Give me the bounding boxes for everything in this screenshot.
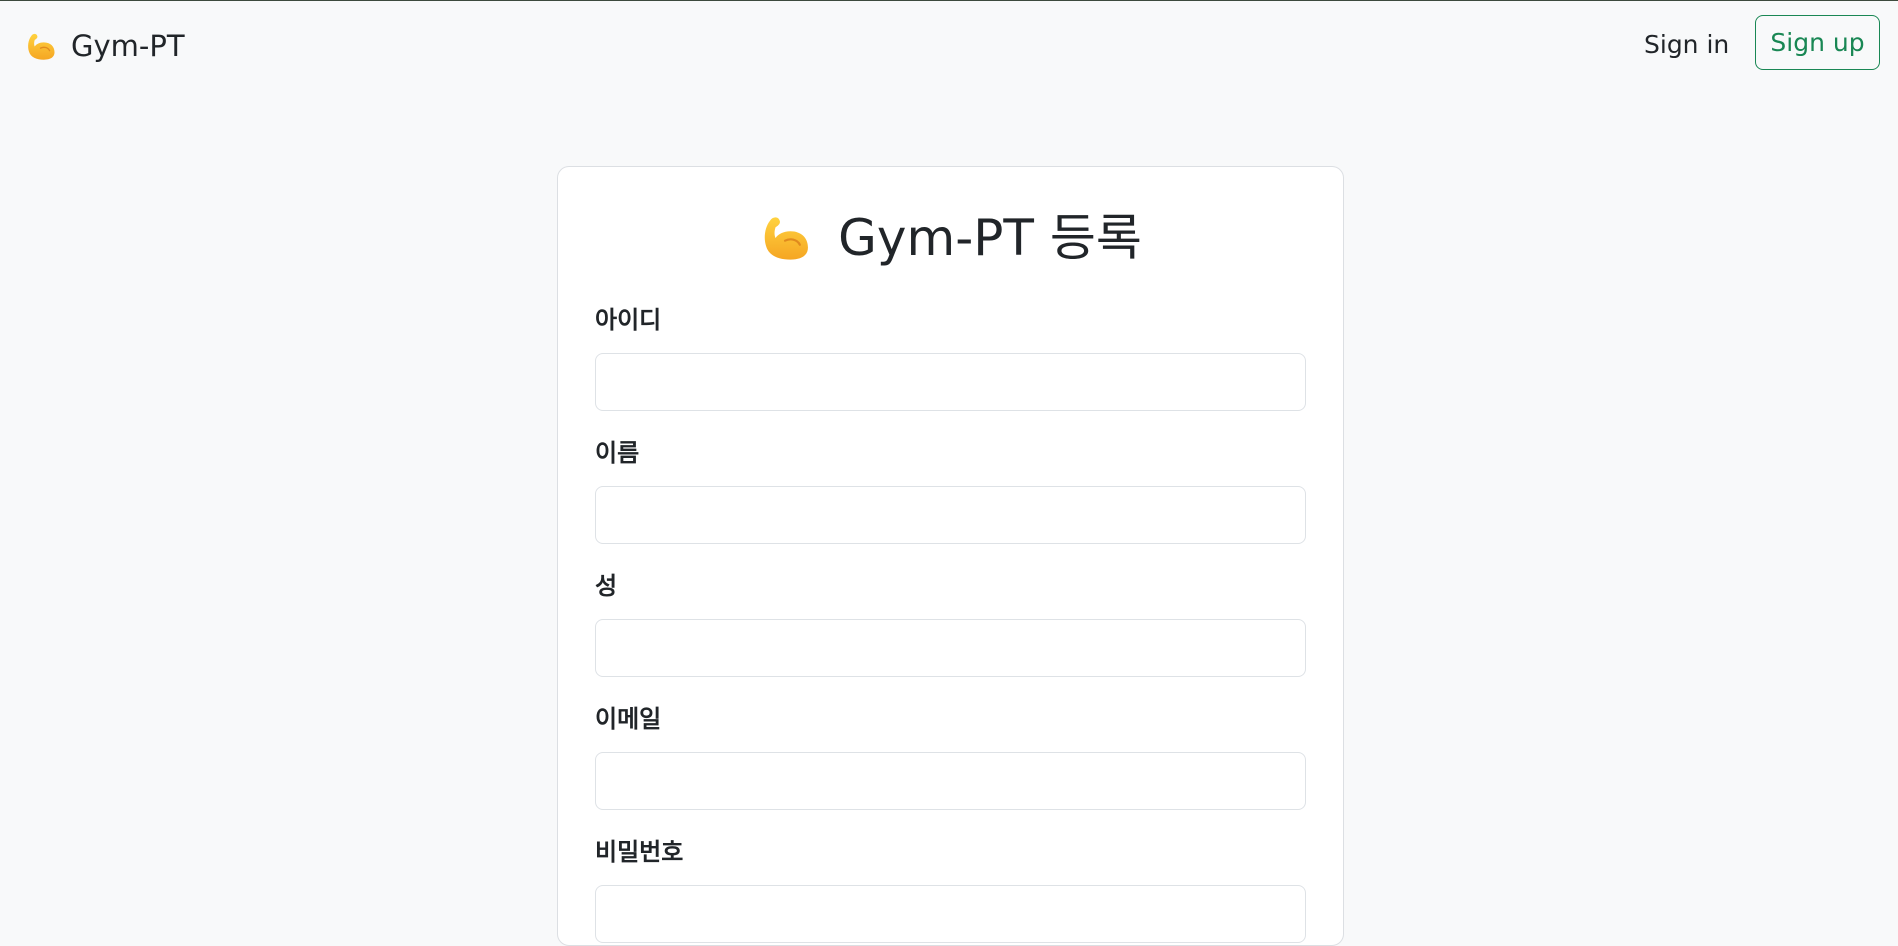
- username-input[interactable]: [595, 353, 1306, 411]
- flexed-biceps-icon: [764, 217, 809, 260]
- email-input[interactable]: [595, 752, 1306, 810]
- register-card: Gym-PT 등록 아이디 이름 성 이메일 비밀번호: [557, 166, 1344, 946]
- username-label: 아이디: [595, 306, 662, 334]
- brand-link[interactable]: Gym-PT: [24, 28, 185, 64]
- first-name-label: 이름: [595, 439, 640, 467]
- sign-up-button[interactable]: Sign up: [1755, 15, 1880, 70]
- last-name-input[interactable]: [595, 619, 1306, 677]
- password-input[interactable]: [595, 885, 1306, 943]
- page-title: Gym-PT 등록: [838, 209, 1142, 267]
- last-name-label: 성: [595, 572, 618, 600]
- first-name-input[interactable]: [595, 486, 1306, 544]
- email-label: 이메일: [595, 705, 662, 733]
- flexed-biceps-icon: [28, 33, 55, 60]
- sign-in-link[interactable]: Sign in: [1644, 27, 1729, 63]
- brand-label: Gym-PT: [71, 29, 185, 63]
- card-title: Gym-PT 등록: [558, 209, 1342, 267]
- password-label: 비밀번호: [595, 838, 684, 866]
- navbar: Gym-PT Sign in Sign up: [0, 1, 1898, 93]
